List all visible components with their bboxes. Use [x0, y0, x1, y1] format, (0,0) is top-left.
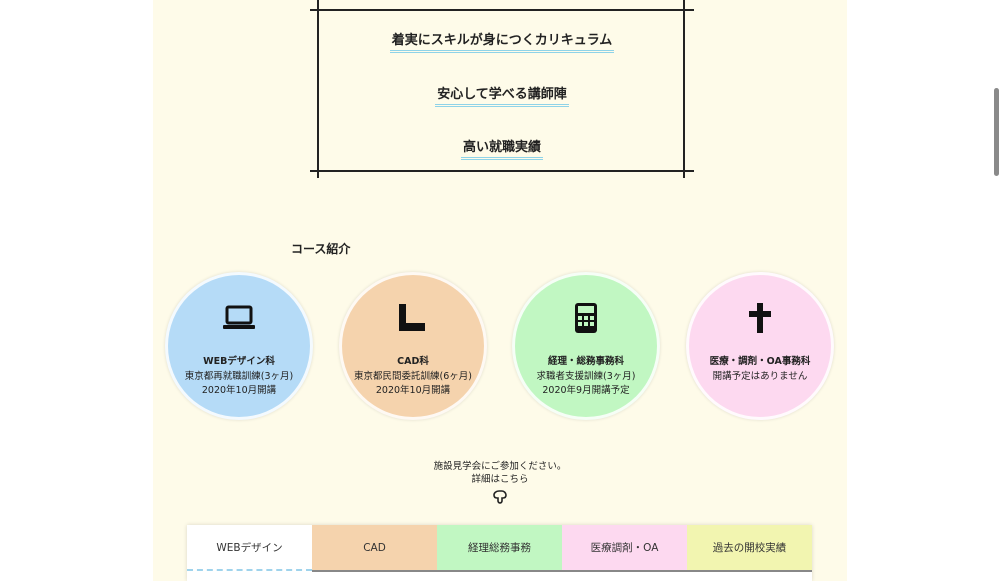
calculator-icon: [515, 301, 657, 335]
cross-icon: [689, 301, 831, 335]
feature-label: 高い就職実績: [460, 136, 543, 160]
tab-web-design[interactable]: WEBデザイン: [187, 525, 312, 571]
scrollbar-thumb[interactable]: [994, 88, 999, 176]
section-title: コース紹介: [291, 242, 351, 256]
feature-label: 安心して学べる講師陣: [435, 83, 569, 107]
course-card-cad[interactable]: CAD科 東京都民間委託訓練(6ヶ月) 2020年10月開講: [339, 272, 487, 420]
features-frame: 着実にスキルが身につくカリキュラム 安心して学べる講師陣 高い就職実績: [310, 0, 694, 178]
course-name: 経理・総務事務科: [547, 356, 624, 367]
tab-divider: [312, 570, 812, 572]
course-type: 開講予定はありません: [712, 371, 808, 382]
course-name: CAD科: [397, 356, 429, 367]
tab-past-openings[interactable]: 過去の開校実績: [687, 525, 812, 571]
ruler-icon: [342, 301, 484, 335]
laptop-icon: [168, 301, 310, 335]
pointing-hand-icon[interactable]: [490, 486, 510, 506]
visit-details-link[interactable]: 詳細はこちら: [153, 471, 847, 485]
frame-top-rule: [310, 9, 694, 11]
course-type: 求職者支援訓練(3ヶ月): [536, 371, 636, 382]
course-card-medical[interactable]: 医療・調剤・OA事務科 開講予定はありません: [686, 272, 834, 420]
tab-cad[interactable]: CAD: [312, 525, 437, 571]
course-tabs: WEBデザイン CAD 経理総務事務 医療調剤・OA 過去の開校実績: [187, 525, 812, 581]
feature-label: 着実にスキルが身につくカリキュラム: [389, 29, 615, 53]
course-start: 2020年9月開講予定: [542, 385, 630, 396]
tab-accounting[interactable]: 経理総務事務: [437, 525, 562, 571]
feature-curriculum: 着実にスキルが身につくカリキュラム: [310, 29, 694, 53]
course-card-web[interactable]: WEBデザイン科 東京都再就職訓練(3ヶ月) 2020年10月開講: [165, 272, 313, 420]
course-type: 東京都再就職訓練(3ヶ月): [184, 371, 294, 382]
visit-invite-text: 施設見学会にご参加ください。: [433, 461, 567, 472]
feature-instructors: 安心して学べる講師陣: [310, 83, 694, 107]
course-name: WEBデザイン科: [203, 356, 275, 367]
course-card-accounting[interactable]: 経理・総務事務科 求職者支援訓練(3ヶ月) 2020年9月開講予定: [512, 272, 660, 420]
course-type: 東京都民間委託訓練(6ヶ月): [354, 371, 472, 382]
feature-employment: 高い就職実績: [310, 136, 694, 160]
tab-medical-oa[interactable]: 医療調剤・OA: [562, 525, 687, 571]
page-content: 着実にスキルが身につくカリキュラム 安心して学べる講師陣 高い就職実績 コース紹…: [153, 0, 847, 581]
course-start: 2020年10月開講: [375, 385, 451, 396]
frame-bottom-rule: [310, 170, 694, 172]
course-name: 医療・調剤・OA事務科: [709, 356, 811, 367]
course-start: 2020年10月開講: [201, 385, 277, 396]
